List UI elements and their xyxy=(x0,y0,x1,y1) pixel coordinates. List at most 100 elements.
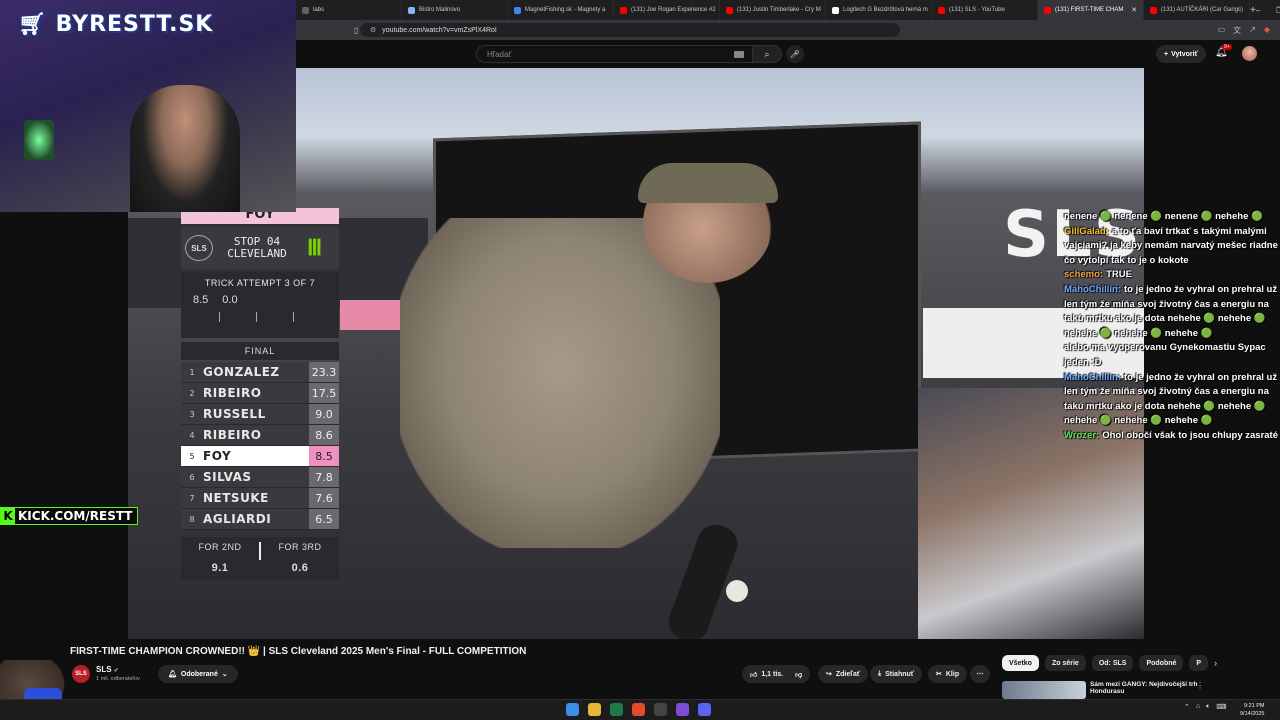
for-third-cell: FOR 3RD 0.6 xyxy=(261,537,339,580)
standings-row: 2 RIBEIRO 17.5 xyxy=(181,383,339,404)
recommended-thumbnail[interactable] xyxy=(1002,681,1086,699)
site-info-icon[interactable]: ⚙ xyxy=(370,26,376,34)
standings-row: 5 FOY 8.5 xyxy=(181,446,339,467)
webcam-streamer xyxy=(130,85,240,212)
like-button[interactable]: 👍︎ 1,1 tis. 👎︎ xyxy=(742,665,811,683)
standings-row: 7 NETSUKE 7.6 xyxy=(181,488,339,509)
browser-tab[interactable]: (131) FIRST-TIME CHAM ✕ xyxy=(1038,0,1144,20)
network-icon[interactable]: ⌂ xyxy=(1196,703,1200,711)
create-button[interactable]: + Vytvoriť xyxy=(1156,45,1206,63)
chat-message: MahoChillin: to je jedno že vyhral on pre… xyxy=(1064,283,1278,341)
url-text: youtube.com/watch?v=vmZsPlX4RoI xyxy=(382,26,497,34)
chevron-right-icon[interactable]: › xyxy=(1214,658,1217,668)
rider-name: SILVAS xyxy=(203,470,252,484)
subscribed-button[interactable]: 🔔︎ Odoberané ⌄ xyxy=(158,665,238,683)
brave-icon[interactable] xyxy=(632,703,645,716)
bookmark-icon[interactable]: ▯ xyxy=(354,26,358,35)
rider-name: GONZALEZ xyxy=(203,365,280,379)
browser-tab[interactable]: labs xyxy=(296,0,402,20)
plus-icon: + xyxy=(1164,50,1169,58)
volume-icon[interactable]: 🔈︎ xyxy=(1206,703,1210,711)
avatar[interactable] xyxy=(1242,46,1257,61)
chat-overlay: nenene 🟢 nenene 🟢 nenene 🟢 nehehe 🟢 GillG… xyxy=(1064,210,1278,444)
share-icon[interactable]: ↗ xyxy=(1249,25,1256,36)
browser-tab[interactable]: MagnetFishing.sk - Magnety a xyxy=(508,0,614,20)
search-button[interactable]: ⌕ xyxy=(752,45,782,63)
minimize-button[interactable]: – xyxy=(1256,6,1260,15)
thumbs-down-icon[interactable]: 👎︎ xyxy=(795,670,802,679)
browser-tab[interactable]: Logitech G Bezdrôtová herná m xyxy=(826,0,932,20)
stop-city: CLEVELAND xyxy=(227,247,287,260)
translate-icon[interactable]: 文 xyxy=(1233,25,1241,36)
rider-score: 23.3 xyxy=(309,362,339,382)
youtube-header: Hľadať ⌕ 🎤︎ + Vytvoriť 🔔︎ 9+ xyxy=(296,40,1280,68)
file-explorer-icon[interactable] xyxy=(588,703,601,716)
favicon-icon xyxy=(1150,6,1157,14)
channel-avatar[interactable]: SLS xyxy=(72,665,90,683)
chip-series[interactable]: Zo série xyxy=(1044,655,1086,671)
share-button[interactable]: ↪ Zdieľať xyxy=(818,665,869,683)
obs-icon[interactable] xyxy=(654,703,667,716)
standings-table: 1 GONZALEZ 23.3 2 RIBEIRO 17.5 3 RUSSELL 9.0 4 RIB… xyxy=(181,362,339,530)
language-icon[interactable]: ⌨ xyxy=(1216,703,1226,711)
more-actions-button[interactable]: ⋯ xyxy=(970,665,990,683)
discord-icon[interactable] xyxy=(698,703,711,716)
system-clock[interactable]: 9:21 PM 9/14/2025 xyxy=(1240,702,1264,718)
address-bar[interactable]: ⚙ youtube.com/watch?v=vmZsPlX4RoI xyxy=(360,23,900,37)
recommended-title[interactable]: Sám mezi GANGY: Nejdivočejší trh Hondura… xyxy=(1090,681,1200,695)
streamer-logo: 🛒︎ BYRESTT.SK xyxy=(18,12,214,37)
browser-tab[interactable]: (131) AUTÍČKÁRI (Car Gangs) xyxy=(1144,0,1250,20)
clip-button[interactable]: ✂ Klip xyxy=(928,665,968,683)
maximize-button[interactable]: ❐ xyxy=(1276,6,1280,15)
rider-name: RIBEIRO xyxy=(203,428,262,442)
search-input[interactable]: Hľadať xyxy=(476,45,753,63)
chevron-up-icon[interactable]: ⌃ xyxy=(1184,703,1190,711)
browser-tab[interactable]: (131) SLS - YouTube xyxy=(932,0,1038,20)
tab-label: MagnetFishing.sk - Magnety a xyxy=(525,7,606,13)
needed-score-panel: FOR 2ND 9.1 FOR 3RD 0.6 xyxy=(181,537,339,580)
sls-logo: SLS xyxy=(185,235,213,261)
browser-tab[interactable]: Bistro Malinovo xyxy=(402,0,508,20)
rider-score: 9.0 xyxy=(309,404,339,424)
search-placeholder: Hľadať xyxy=(487,49,512,59)
event-stop-panel: SLS STOP 04 CLEVELAND Ⅲ xyxy=(181,227,339,269)
channel-name[interactable]: SLS ✔ xyxy=(96,665,119,674)
trick-score-slots xyxy=(181,306,339,322)
taskbar-apps xyxy=(566,703,711,716)
app-icon[interactable] xyxy=(676,703,689,716)
terminal-icon[interactable] xyxy=(610,703,623,716)
subscriber-count: 1 mil. odberateľov xyxy=(96,676,140,682)
chip-more[interactable]: P xyxy=(1189,655,1209,671)
bell-icon: 🔔︎ xyxy=(168,671,177,678)
chip-similar[interactable]: Podobné xyxy=(1139,655,1184,671)
download-button[interactable]: ⤓ Stiahnuť xyxy=(870,665,923,683)
browser-tab[interactable]: (131) Justin Timberlake - Cry M xyxy=(720,0,826,20)
notification-badge: 9+ xyxy=(1222,44,1232,50)
close-tab-icon[interactable]: ✕ xyxy=(1131,6,1137,14)
search-icon: ⌕ xyxy=(764,48,770,59)
chat-username: schemo: xyxy=(1064,269,1104,281)
download-icon: ⤓ xyxy=(878,670,882,677)
related-filter-chips: Všetko Zo série Od: SLS Podobné P › xyxy=(1002,655,1217,671)
tab-label: labs xyxy=(313,7,325,13)
webcam-background-light xyxy=(24,120,54,160)
chat-username: MahoChillin: xyxy=(1064,371,1121,383)
favicon-icon xyxy=(726,6,733,14)
trick-attempt-header: TRICK ATTEMPT 3 OF 7 xyxy=(204,278,316,288)
start-icon[interactable] xyxy=(566,703,579,716)
os-taskbar: ⌃ ⌂ 🔈︎ ⌨ 9:21 PM 9/14/2025 xyxy=(0,699,1280,720)
chat-message: MahoChillin: to je jedno že vyhral on pre… xyxy=(1064,371,1278,429)
recommended-menu-icon[interactable]: ⋮ xyxy=(1196,681,1204,690)
browser-tab[interactable]: (131) Joe Rogan Experience #2 xyxy=(614,0,720,20)
address-toolbar: ▯ ⚙ youtube.com/watch?v=vmZsPlX4RoI ▭ 文 … xyxy=(296,20,1280,40)
voice-search-button[interactable]: 🎤︎ xyxy=(786,45,804,63)
standings-row: 3 RUSSELL 9.0 xyxy=(181,404,339,425)
keyboard-icon[interactable] xyxy=(734,50,744,58)
extension-icon[interactable]: ◆ xyxy=(1264,25,1270,36)
favicon-icon xyxy=(408,6,415,14)
cast-icon[interactable]: ▭ xyxy=(1218,25,1226,36)
chip-from-channel[interactable]: Od: SLS xyxy=(1091,655,1134,671)
chip-all[interactable]: Všetko xyxy=(1002,655,1039,671)
address-actions: ▭ 文 ↗ ◆ xyxy=(1218,25,1280,36)
favicon-icon xyxy=(938,6,945,14)
